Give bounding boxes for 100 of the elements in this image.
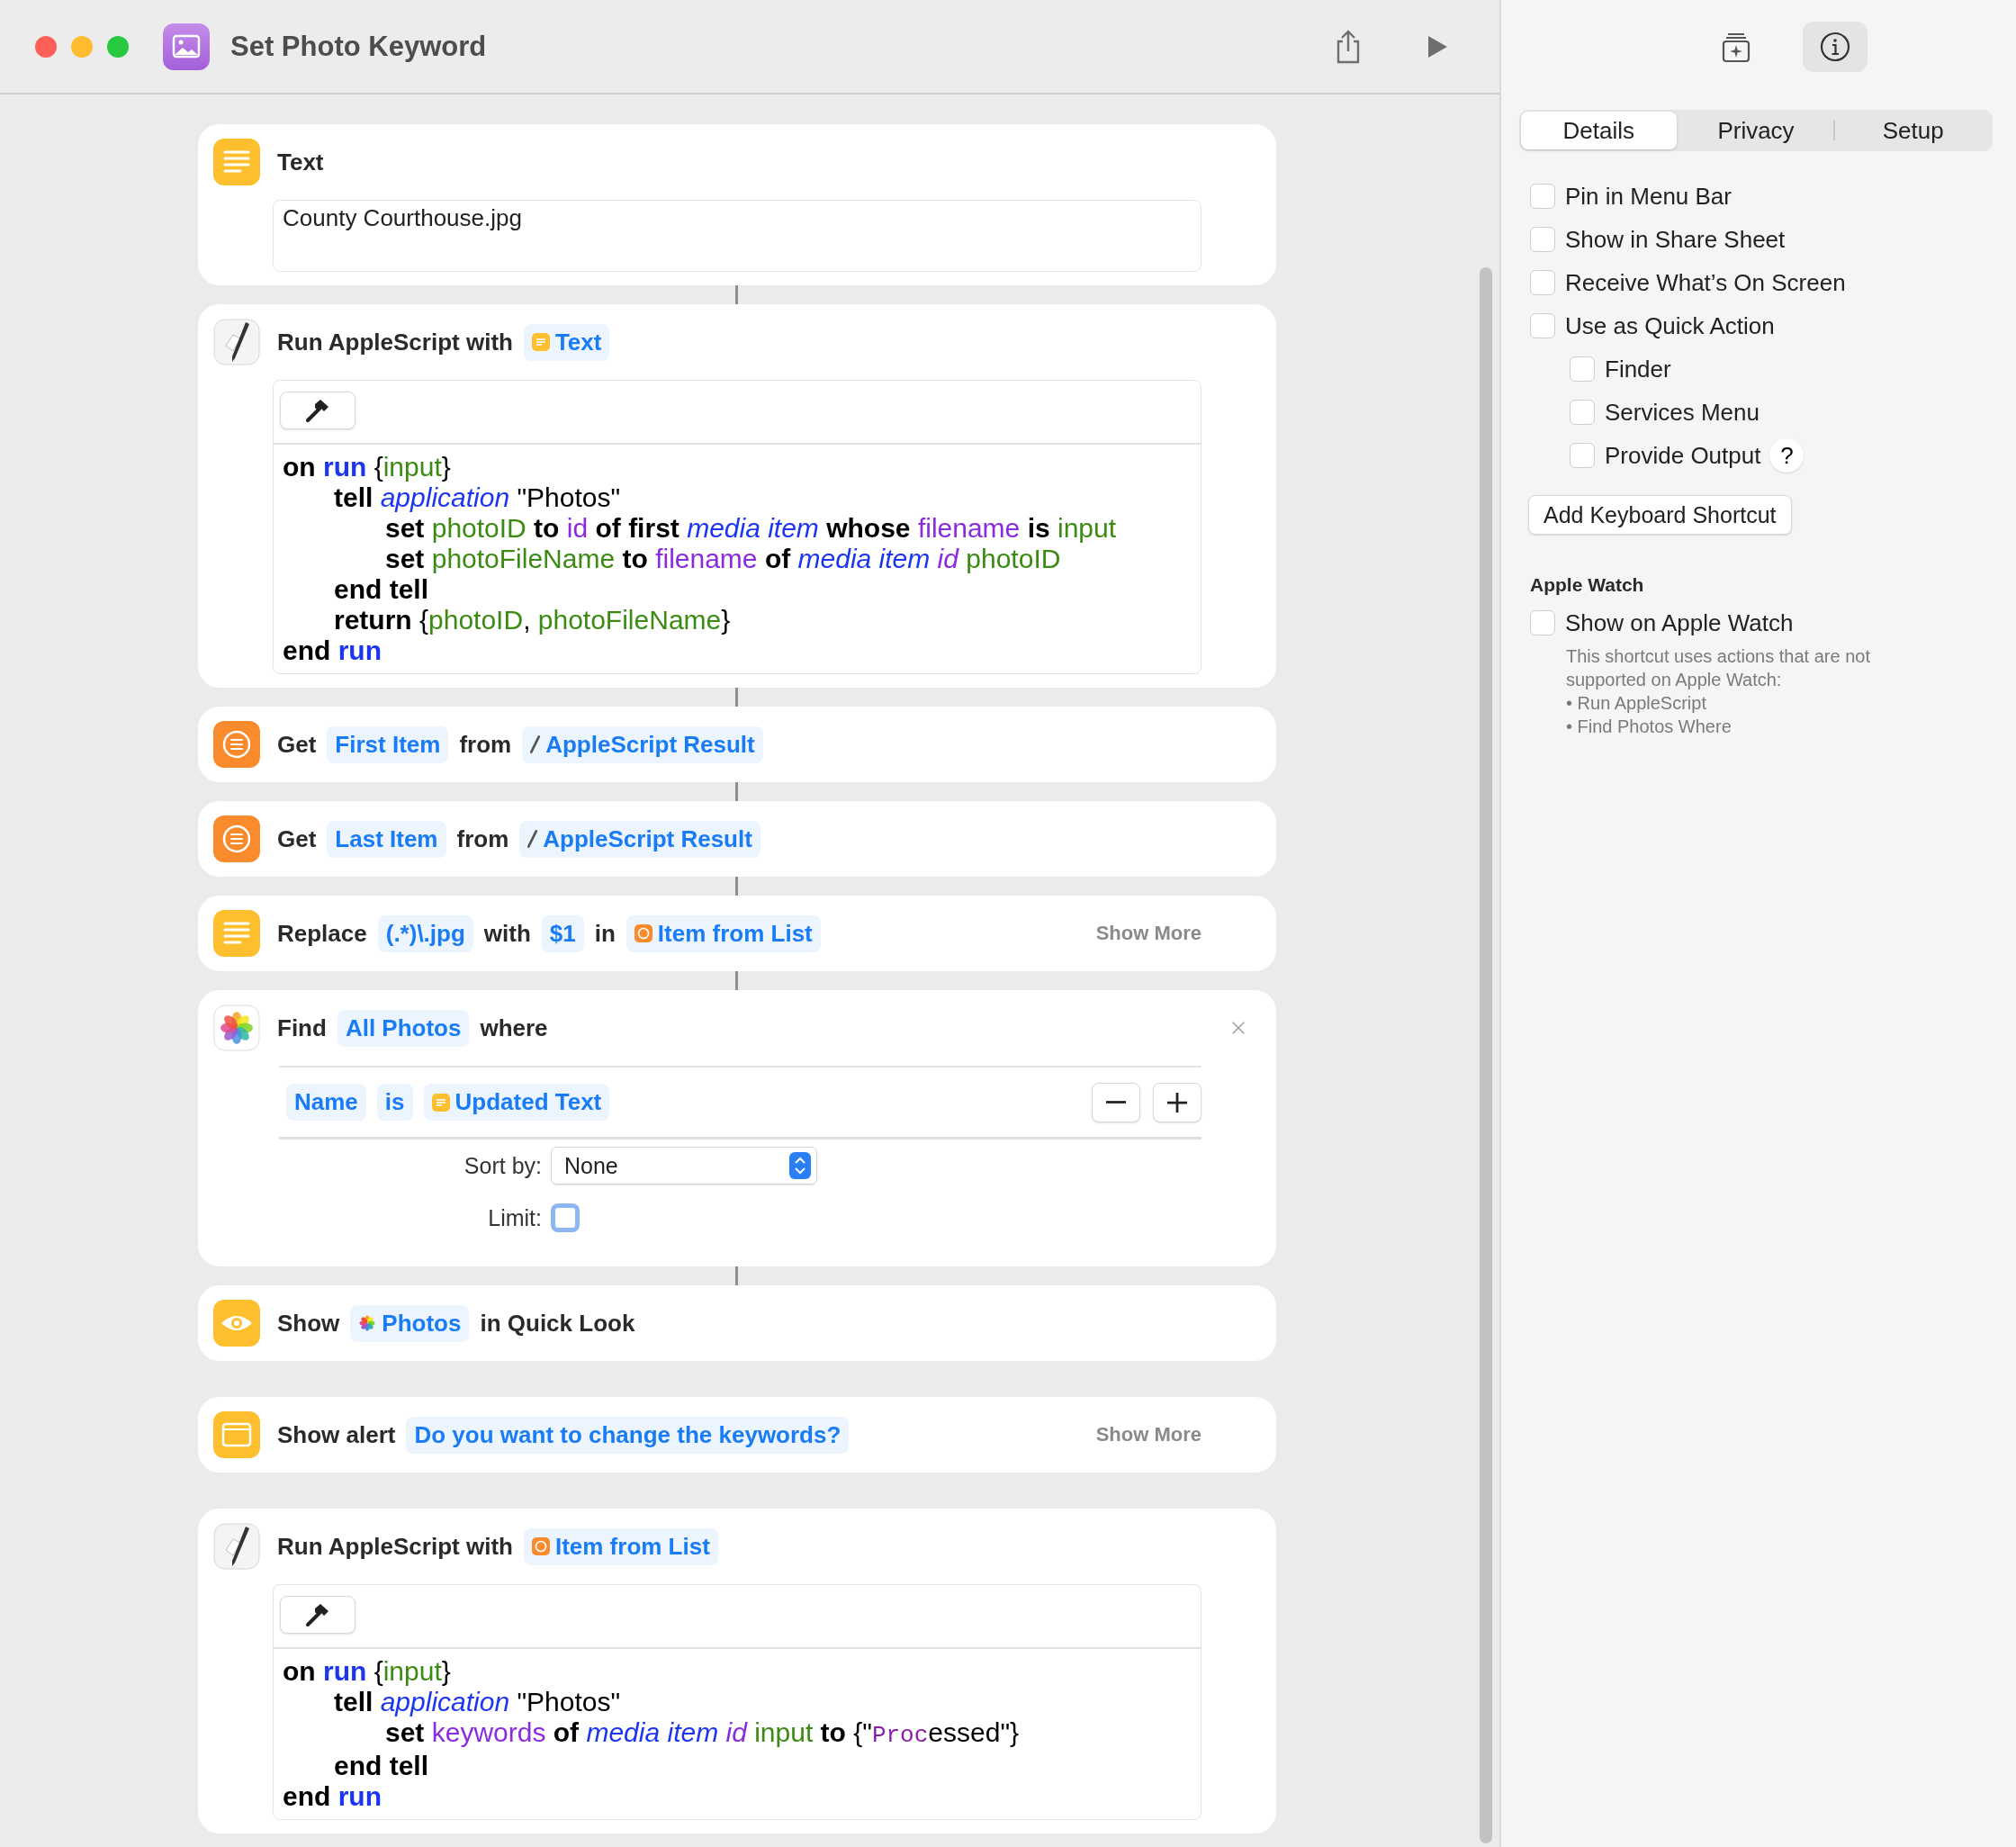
text-lines-icon	[213, 910, 260, 957]
inspector-tab[interactable]: Privacy	[1678, 112, 1834, 149]
code-line: end tell	[334, 1751, 429, 1781]
variable-token[interactable]: (.*)\.jpg	[377, 914, 473, 952]
info-icon	[1819, 31, 1851, 63]
zoom-button[interactable]	[107, 35, 129, 58]
photo-app-icon	[163, 23, 210, 70]
option-label: Finder	[1605, 355, 1671, 383]
limit-checkbox[interactable]	[551, 1203, 580, 1232]
variable-token[interactable]: $1	[541, 914, 584, 952]
inspector-tab[interactable]: Details	[1521, 112, 1677, 149]
list-icon	[531, 1537, 550, 1555]
variable-token[interactable]: Text	[523, 323, 610, 361]
filter-token[interactable]: is	[376, 1084, 413, 1121]
option-label: Use as Quick Action	[1565, 311, 1775, 340]
close-window-button[interactable]	[35, 35, 57, 58]
scrollbar-thumb[interactable]	[1480, 267, 1492, 1843]
code-line: set photoFileName to filename of media item id photoID	[385, 544, 1062, 574]
text-lines-icon	[531, 333, 550, 351]
checkbox[interactable]	[1570, 400, 1595, 425]
option-label: Receive What’s On Screen	[1565, 268, 1846, 297]
code-line: end tell	[334, 574, 429, 605]
code-editor[interactable]: on run {input} tell application "Photos" set keywords of media item id input to {"Processed"} end tell end run	[273, 1584, 1202, 1820]
filter-token[interactable]: Name	[286, 1084, 366, 1121]
text-lines-icon	[431, 1093, 450, 1112]
variable-token[interactable]: First Item	[327, 725, 449, 763]
action-label: from	[456, 824, 509, 853]
minus-icon	[1106, 1101, 1126, 1104]
code-editor[interactable]	[273, 380, 1202, 674]
action-label: Text	[277, 148, 324, 176]
hammer-icon	[304, 397, 331, 424]
action-label: Find	[277, 1014, 327, 1042]
checkbox[interactable]	[1530, 184, 1555, 209]
minimize-button[interactable]	[71, 35, 93, 58]
variable-token[interactable]: AppleScript Result	[522, 725, 763, 763]
option-label: Services Menu	[1605, 398, 1760, 427]
checkbox[interactable]	[1570, 356, 1595, 382]
section-heading: Apple Watch	[1530, 574, 1645, 596]
code-line: return {photoID, photoFileName}	[334, 605, 732, 635]
action-label: where	[480, 1014, 548, 1042]
remove-button[interactable]	[1092, 1082, 1140, 1122]
note-item: • Find Photos Where	[1566, 716, 1732, 738]
option-label: Provide Output	[1605, 441, 1761, 470]
checkbox[interactable]	[1530, 270, 1555, 295]
variable-token[interactable]: Item from List	[523, 1527, 718, 1565]
show-more-link[interactable]: Show More	[1095, 1423, 1202, 1446]
option-label: Show on Apple Watch	[1565, 608, 1794, 637]
variable-token[interactable]: Do you want to change the keywords?	[406, 1416, 850, 1454]
list-icon	[213, 721, 260, 768]
inspector-tab[interactable]: Setup	[1835, 112, 1991, 149]
slash-icon	[530, 735, 541, 753]
add-button[interactable]	[1153, 1082, 1202, 1122]
option-label: Show in Share Sheet	[1565, 225, 1786, 254]
slash-icon	[527, 830, 538, 848]
checkbox[interactable]	[1530, 227, 1555, 252]
code-line: set keywords of media item id input to {"Processed"}	[385, 1717, 1021, 1751]
checkbox[interactable]	[1570, 443, 1595, 468]
action-label: in Quick Look	[480, 1309, 635, 1338]
filter-token[interactable]: Updated Text	[423, 1084, 610, 1121]
compile-button[interactable]	[280, 392, 356, 429]
eye-icon	[213, 1300, 260, 1347]
window-icon	[213, 1411, 260, 1458]
action-label: Show alert	[277, 1420, 396, 1449]
variable-token[interactable]: AppleScript Result	[519, 820, 760, 858]
action-label: Get	[277, 730, 317, 759]
action-label: from	[459, 730, 512, 759]
script-pen-icon	[213, 1523, 260, 1570]
sort-dropdown[interactable]: None	[551, 1147, 817, 1185]
script-pen-icon	[213, 319, 260, 365]
limit-label: Limit:	[487, 1204, 542, 1231]
text-lines-icon	[213, 139, 260, 185]
hammer-icon	[304, 1601, 331, 1628]
show-more-link[interactable]: Show More	[1095, 922, 1202, 945]
action-label: Replace	[277, 919, 367, 948]
action-label: Run AppleScript with	[277, 328, 513, 356]
note-item: • Run AppleScript	[1566, 692, 1707, 715]
help-button[interactable]: ?	[1769, 438, 1804, 473]
variable-token[interactable]: All Photos	[337, 1009, 470, 1047]
info-button[interactable]	[1803, 22, 1868, 72]
add-shortcut-button[interactable]: Add Keyboard Shortcut	[1528, 495, 1792, 535]
list-icon	[213, 815, 260, 862]
action-label: in	[594, 919, 616, 948]
plus-icon	[1167, 1092, 1187, 1113]
close-icon[interactable]	[1230, 1020, 1246, 1036]
stepper-icon	[789, 1152, 811, 1179]
text-field[interactable]: County Courthouse.jpg	[273, 200, 1202, 272]
code-line: on run {input}	[283, 452, 452, 482]
sort-label: Sort by:	[463, 1152, 542, 1179]
variable-token[interactable]: Item from List	[626, 914, 821, 952]
flower-icon	[213, 1005, 260, 1051]
variable-token[interactable]: Photos	[350, 1304, 470, 1342]
action-label: Run AppleScript with	[277, 1532, 513, 1561]
note-text: This shortcut uses actions that are not supported on Apple Watch:	[1566, 645, 1871, 691]
code-line: end run	[283, 1781, 382, 1812]
checkbox[interactable]	[1530, 313, 1555, 338]
list-icon	[634, 924, 652, 942]
compile-button[interactable]	[280, 1596, 356, 1634]
option-label: Pin in Menu Bar	[1565, 182, 1732, 211]
checkbox[interactable]	[1530, 610, 1555, 635]
variable-token[interactable]: Last Item	[327, 820, 446, 858]
